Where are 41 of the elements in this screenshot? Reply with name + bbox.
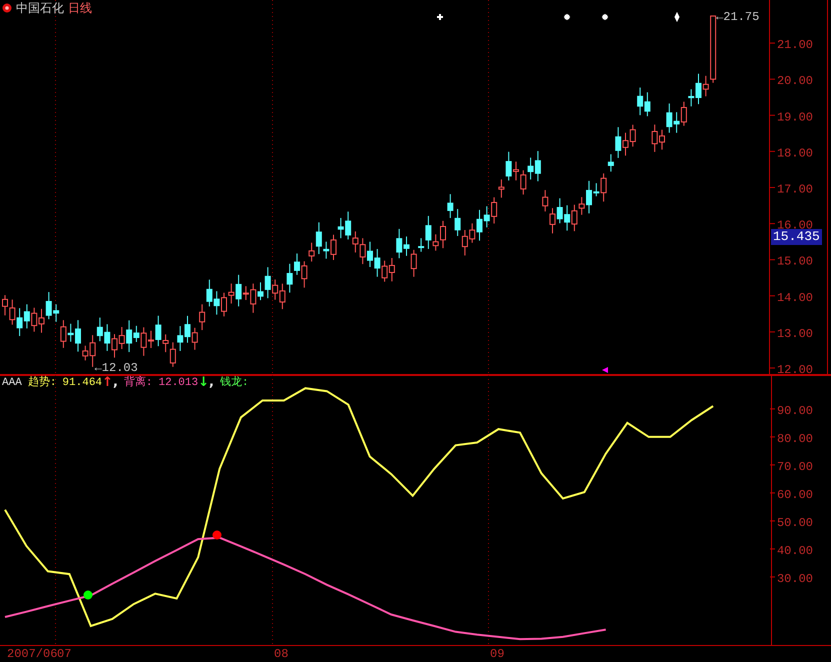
axis-label: 40.00 — [776, 544, 813, 558]
axis-label: 21.00 — [776, 38, 813, 52]
logo-icon — [2, 3, 12, 13]
axis-label: 14.00 — [776, 290, 813, 305]
diamond-icon — [674, 12, 680, 22]
axis-label: 12.00 — [776, 363, 813, 375]
high-price-label: ←21.75 — [716, 10, 760, 24]
period-label: 日线 — [68, 1, 92, 15]
axis-label: 19.00 — [776, 110, 813, 124]
legend-text: 钱龙: — [220, 376, 249, 390]
axis-label: 15.00 — [776, 254, 813, 269]
triangle-icon — [602, 367, 608, 373]
axis-label: 60.00 — [776, 488, 813, 502]
legend-text: ↑ — [102, 376, 113, 390]
legend-text: 12.013 — [158, 376, 198, 390]
date-axis-label: 08 — [273, 646, 288, 662]
axis-label: 70.00 — [776, 460, 813, 474]
legend-text: 背离: — [124, 376, 152, 390]
asterisk-icon — [563, 13, 571, 21]
axis-label: 30.00 — [776, 572, 813, 586]
axis-label: 13.00 — [776, 326, 813, 341]
axis-label: 90.00 — [776, 404, 813, 418]
asterisk-icon — [601, 13, 609, 21]
plus-icon — [436, 13, 444, 21]
stock-name: 中国石化 — [16, 1, 64, 15]
axis-label: 17.00 — [776, 182, 813, 196]
axis-label: 18.00 — [776, 146, 813, 160]
axis-label: 50.00 — [776, 516, 813, 530]
legend-text: AAA — [2, 376, 22, 390]
current-price-label: 15.435 — [771, 229, 822, 245]
legend-text: , — [209, 376, 214, 390]
date-axis-label: 2007/06 — [6, 646, 58, 662]
date-axis-label: 09 — [489, 646, 504, 662]
low-price-label: ←12.03 — [94, 360, 138, 375]
date-axis-label: 07 — [57, 646, 72, 662]
legend-text: 趋势: — [28, 376, 56, 390]
axis-label: 20.00 — [776, 74, 813, 88]
legend-text: 91.464 — [62, 376, 102, 390]
legend-text: , — [112, 376, 118, 390]
axis-label: 80.00 — [776, 432, 813, 446]
legend-text: ↓ — [198, 376, 210, 390]
